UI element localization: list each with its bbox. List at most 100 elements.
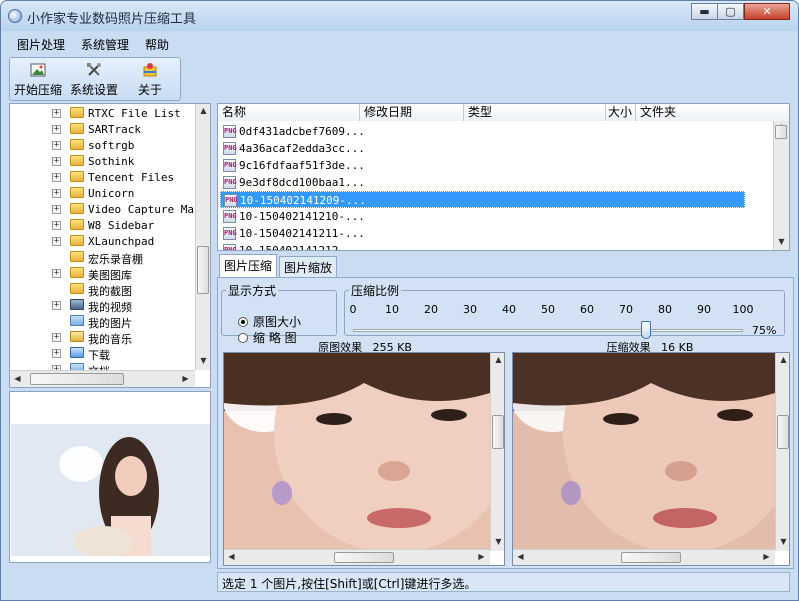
filelist-vscroll[interactable]: ▲ ▼: [773, 121, 789, 250]
scroll-up-arrow[interactable]: ▲: [196, 106, 210, 115]
file-row[interactable]: PNG 10-150402141211-...: [220, 225, 745, 242]
tree-item[interactable]: + SARTrack: [10, 122, 194, 138]
compressed-vscroll[interactable]: ▲ ▼: [775, 353, 789, 551]
file-row[interactable]: PNG 4a36acaf2edda3cc...: [220, 140, 745, 157]
compressed-vscroll-thumb[interactable]: [777, 415, 789, 449]
original-vscroll-thumb[interactable]: [492, 415, 504, 449]
expand-toggle[interactable]: +: [52, 189, 61, 198]
file-row[interactable]: PNG 10-150402141212-: [220, 242, 745, 251]
column-type[interactable]: 类型: [464, 104, 606, 121]
tree-item[interactable]: + W8 Sidebar: [10, 218, 194, 234]
scroll-down-arrow[interactable]: ▼: [196, 356, 210, 365]
tree-item[interactable]: 我的截图: [10, 282, 194, 298]
png-file-icon: PNG: [223, 176, 237, 189]
tree-item[interactable]: + 我的音乐: [10, 330, 194, 346]
expand-toggle[interactable]: +: [52, 333, 61, 342]
tree-item-label: 我的视频: [88, 301, 132, 314]
expand-toggle[interactable]: +: [52, 141, 61, 150]
original-vscroll[interactable]: ▲ ▼: [490, 353, 504, 551]
column-name[interactable]: 名称: [218, 104, 360, 121]
tree-item-label: W8 Sidebar: [88, 219, 155, 232]
tree-item[interactable]: + RTXC File List: [10, 106, 194, 122]
scroll-right-arrow[interactable]: ▶: [759, 552, 774, 561]
column-modified[interactable]: 修改日期: [360, 104, 464, 121]
original-hscroll-thumb[interactable]: [334, 552, 394, 563]
tree-item[interactable]: + 美图图库: [10, 266, 194, 282]
expand-toggle[interactable]: +: [52, 269, 61, 278]
tree-item[interactable]: + Video Capture Mast: [10, 202, 207, 218]
tree-item[interactable]: + Unicorn: [10, 186, 194, 202]
tree-vscroll[interactable]: ▲ ▼: [195, 104, 210, 370]
tree-item[interactable]: + 我的视频: [10, 298, 194, 314]
compressed-hscroll[interactable]: ◀ ▶: [513, 549, 775, 565]
tree-hscroll-thumb[interactable]: [30, 373, 124, 385]
folder-icon: [70, 347, 84, 358]
scroll-up-arrow[interactable]: ▲: [491, 355, 504, 364]
expand-toggle[interactable]: +: [52, 125, 61, 134]
folder-icon: [70, 315, 84, 326]
column-size[interactable]: 大小: [606, 104, 636, 121]
settings-button[interactable]: 系统设置: [66, 58, 122, 100]
file-name: 10-150402141212-: [239, 244, 345, 251]
scroll-right-arrow[interactable]: ▶: [474, 552, 489, 561]
tree-item[interactable]: 我的图片: [10, 314, 194, 330]
file-row[interactable]: PNG 0df431adcbef7609...: [220, 123, 745, 140]
about-label: 关于: [137, 83, 162, 97]
scroll-right-arrow[interactable]: ▶: [178, 374, 193, 383]
tree-item[interactable]: 宏乐录音棚: [10, 250, 194, 266]
radio-original-size[interactable]: 原图大小: [238, 313, 301, 330]
tree-vscroll-thumb[interactable]: [197, 246, 209, 294]
png-file-icon: PNG: [223, 244, 237, 250]
scroll-left-arrow[interactable]: ◀: [10, 374, 25, 383]
expand-toggle[interactable]: +: [52, 109, 61, 118]
png-file-icon: PNG: [223, 125, 237, 138]
file-row[interactable]: PNG 10-150402141209-...: [220, 191, 745, 208]
expand-toggle[interactable]: +: [52, 301, 61, 310]
tree-item[interactable]: + XLaunchpad: [10, 234, 194, 250]
minimize-button[interactable]: ▬: [691, 3, 718, 20]
file-row[interactable]: PNG 10-150402141210-...: [220, 208, 745, 225]
menu-image-process[interactable]: 图片处理: [9, 33, 73, 55]
expand-toggle[interactable]: +: [52, 157, 61, 166]
tree-item-label: softrgb: [88, 139, 135, 152]
scroll-left-arrow[interactable]: ◀: [224, 552, 239, 561]
scroll-left-arrow[interactable]: ◀: [513, 552, 528, 561]
filelist-vscroll-thumb[interactable]: [775, 125, 787, 139]
menu-help[interactable]: 帮助: [137, 33, 177, 55]
folder-icon: [70, 203, 84, 214]
scroll-down-arrow[interactable]: ▼: [491, 537, 504, 546]
tree-item-label: 我的截图: [88, 285, 132, 298]
folder-icon: [70, 299, 84, 310]
expand-toggle[interactable]: +: [52, 173, 61, 182]
about-button[interactable]: 关于: [122, 58, 178, 100]
tree-item[interactable]: + Tencent Files: [10, 170, 194, 186]
start-compress-button[interactable]: 开始压缩: [10, 58, 66, 100]
ratio-slider-thumb[interactable]: [640, 321, 651, 339]
tree-item-label: RTXC File List: [88, 107, 181, 120]
column-folder[interactable]: 文件夹: [636, 104, 789, 121]
compressed-image-view: ▲ ▼ ◀ ▶: [512, 352, 790, 566]
ratio-tick-label: 10: [385, 303, 399, 316]
expand-toggle[interactable]: +: [52, 237, 61, 246]
expand-toggle[interactable]: +: [52, 205, 61, 214]
compressed-hscroll-thumb[interactable]: [621, 552, 681, 563]
tree-item[interactable]: + Sothink: [10, 154, 194, 170]
scroll-down-arrow[interactable]: ▼: [776, 537, 789, 546]
scroll-down-arrow[interactable]: ▼: [774, 237, 789, 246]
file-row[interactable]: PNG 9e3df8dcd100baa1...: [220, 174, 745, 191]
maximize-button[interactable]: ▢: [717, 3, 744, 20]
folder-icon: [70, 123, 84, 134]
expand-toggle[interactable]: +: [52, 221, 61, 230]
ratio-slider-track[interactable]: [353, 329, 743, 332]
file-row[interactable]: PNG 9c16fdfaaf51f3de...: [220, 157, 745, 174]
scroll-up-arrow[interactable]: ▲: [776, 355, 789, 364]
tab-compress[interactable]: 图片压缩: [219, 254, 278, 277]
tree-hscroll[interactable]: ◀ ▶: [10, 370, 195, 387]
close-button[interactable]: ✕: [744, 3, 790, 20]
original-hscroll[interactable]: ◀ ▶: [224, 549, 490, 565]
tab-resize[interactable]: 图片缩放: [279, 256, 338, 277]
expand-toggle[interactable]: +: [52, 349, 61, 358]
menu-system[interactable]: 系统管理: [73, 33, 137, 55]
tree-item[interactable]: + softrgb: [10, 138, 194, 154]
tree-item[interactable]: + 下载: [10, 346, 194, 362]
